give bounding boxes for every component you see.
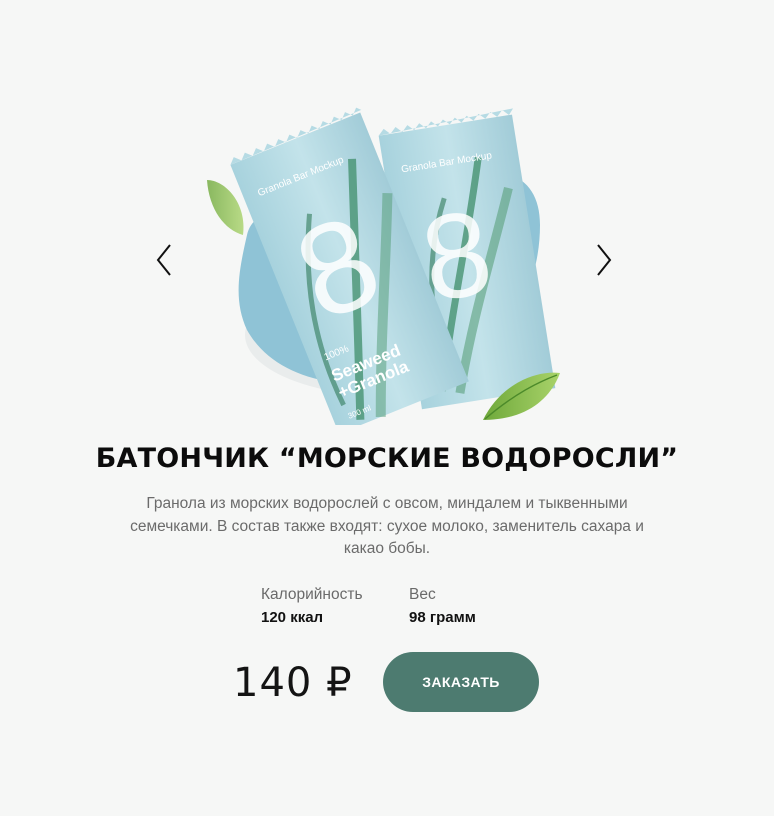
spec-calories: Калорийность 120 ккал [261, 585, 363, 629]
product-image: 8 Granola Bar Mockup 8 Granola Bar Mocku… [207, 107, 560, 425]
carousel-prev-button[interactable] [149, 240, 179, 280]
product-card: 8 Granola Bar Mockup 8 Granola Bar Mocku… [0, 0, 774, 816]
chevron-right-icon [597, 244, 612, 276]
spec-calories-label: Калорийность [261, 586, 363, 603]
spec-weight-value: 98 грамм [409, 609, 476, 626]
order-button[interactable]: ЗАКАЗАТЬ [383, 652, 539, 712]
product-description: Гранола из морских водорослей с овсом, м… [130, 495, 644, 557]
spec-weight-label: Вес [409, 586, 436, 603]
product-price: 140 ₽ [233, 660, 353, 706]
product-title: БАТОНЧИК “МОРСКИЕ ВОДОРОСЛИ” [95, 443, 679, 474]
leaf-blurred [207, 180, 244, 235]
chevron-left-icon [156, 244, 171, 276]
spec-weight: Вес 98 грамм [409, 585, 476, 629]
spec-calories-value: 120 ккал [261, 609, 324, 626]
carousel-next-button[interactable] [589, 240, 619, 280]
